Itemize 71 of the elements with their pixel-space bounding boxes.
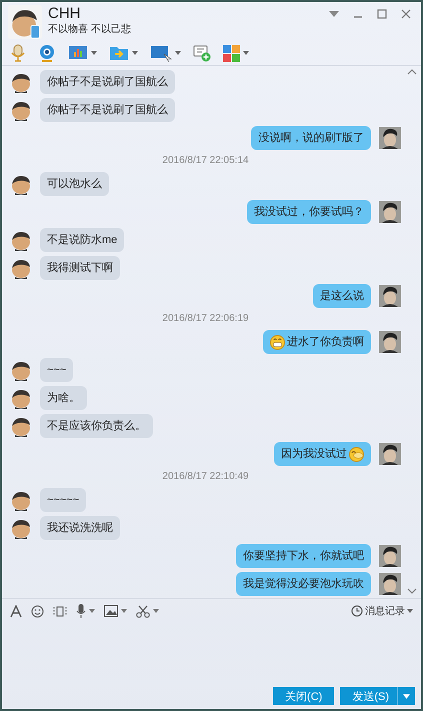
avatar[interactable] — [8, 5, 42, 39]
avatar[interactable] — [379, 331, 401, 353]
avatar[interactable] — [379, 545, 401, 567]
message-bubble: 不是应该你负责么。 — [40, 414, 153, 438]
message-bubble: ~~~ — [40, 358, 74, 382]
caret-icon[interactable] — [89, 609, 95, 613]
close-button[interactable]: 关闭(C) — [273, 687, 334, 705]
avatar[interactable] — [379, 285, 401, 307]
avatar[interactable] — [10, 489, 32, 511]
message-text: 没说啊，说的刷T版了 — [258, 131, 364, 146]
scroll-down-icon[interactable] — [407, 588, 417, 594]
message-bubble: ~~~~~ — [40, 488, 86, 512]
message-text: 因为我没试过 — [281, 447, 347, 462]
message-text: 是这么说 — [320, 288, 364, 304]
message-text: 进水了你负责啊 — [287, 334, 364, 350]
avatar[interactable] — [379, 443, 401, 465]
apps-icon[interactable] — [223, 44, 240, 62]
send-button[interactable]: 发送(S) — [340, 687, 397, 705]
send-options-button[interactable] — [397, 687, 415, 705]
avatar[interactable] — [10, 229, 32, 251]
close-icon[interactable] — [401, 9, 411, 19]
caret-icon[interactable] — [329, 11, 339, 17]
avatar[interactable] — [379, 127, 401, 149]
webcam-icon[interactable] — [38, 44, 56, 62]
timestamp: 2016/8/17 22:05:14 — [162, 155, 249, 166]
avatar[interactable] — [379, 573, 401, 595]
status-text: 不以物喜 不以己悲 — [48, 23, 131, 37]
message-text: 你要坚持下水，你就试吧 — [243, 549, 364, 564]
clock-icon — [351, 605, 363, 617]
avatar[interactable] — [10, 359, 32, 381]
image-icon[interactable] — [104, 605, 118, 617]
message-bubble: 我还说洗洗呢 — [40, 516, 120, 540]
avatar[interactable] — [379, 201, 401, 223]
scroll-up-icon[interactable] — [407, 69, 417, 75]
caret-icon[interactable] — [121, 609, 127, 613]
smiley-icon[interactable] — [31, 604, 44, 618]
message-bubble: 你帖子不是说刷了国航么 — [40, 70, 175, 94]
film-icon[interactable] — [53, 604, 67, 618]
contact-name: CHH — [48, 5, 82, 23]
caret-icon — [403, 694, 410, 698]
microphone-icon[interactable] — [76, 604, 86, 618]
avatar[interactable] — [10, 99, 32, 121]
caret-icon[interactable] — [243, 51, 249, 55]
caret-icon[interactable] — [153, 609, 159, 613]
caret-icon — [407, 609, 413, 613]
message-bubble: 为啥。 — [40, 386, 87, 410]
avatar[interactable] — [10, 517, 32, 539]
avatar[interactable] — [10, 257, 32, 279]
font-icon[interactable] — [10, 604, 22, 618]
timestamp: 2016/8/17 22:06:19 — [162, 313, 249, 324]
history-button[interactable]: 消息记录 — [351, 604, 413, 618]
caret-icon[interactable] — [132, 51, 138, 55]
scissors-icon[interactable] — [136, 604, 150, 618]
avatar[interactable] — [10, 173, 32, 195]
message-bubble: 可以泡水么 — [40, 172, 109, 196]
message-bubble: 你帖子不是说刷了国航么 — [40, 98, 175, 122]
maximize-icon[interactable] — [377, 9, 387, 19]
avatar[interactable] — [10, 71, 32, 93]
caret-icon[interactable] — [175, 51, 181, 55]
caret-icon[interactable] — [91, 51, 97, 55]
avatar[interactable] — [10, 415, 32, 437]
message-bubble: 不是说防水me — [40, 228, 124, 252]
microphone-icon[interactable] — [10, 44, 26, 62]
avatar[interactable] — [10, 387, 32, 409]
timestamp: 2016/8/17 22:10:49 — [162, 471, 249, 482]
message-bubble: 我得测试下啊 — [40, 256, 120, 280]
message-text: 我是觉得没必要泡水玩吹 — [243, 576, 364, 592]
monitor-icon[interactable] — [150, 44, 172, 62]
screen-chart-icon[interactable] — [68, 45, 88, 61]
chat-add-icon[interactable] — [193, 44, 211, 62]
message-text: 我没试过，你要试吗？ — [254, 205, 364, 220]
